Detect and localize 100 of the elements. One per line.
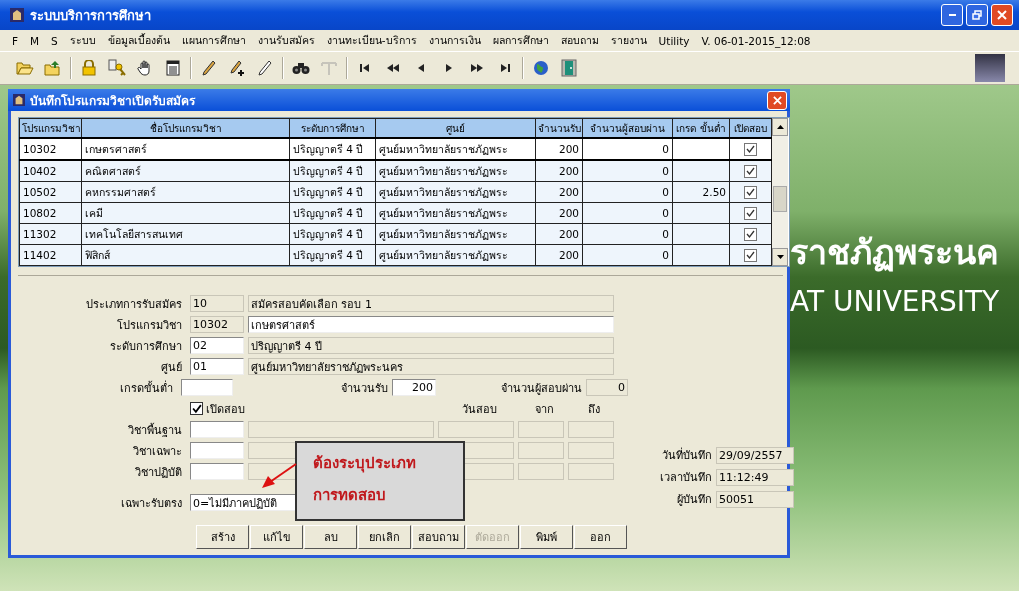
column-header[interactable]: ระดับการศึกษา	[289, 118, 376, 138]
menu-item[interactable]: งานการเงิน	[428, 32, 481, 49]
code-field[interactable]: 02	[190, 337, 244, 354]
menu-item[interactable]: งานทะเบียน-บริการ	[326, 32, 417, 49]
globe-icon[interactable]	[533, 60, 549, 76]
document-icon[interactable]	[166, 60, 180, 76]
subject-code-field[interactable]	[190, 463, 244, 480]
action-button[interactable]: แก้ไข	[250, 525, 303, 549]
window-title: ระบบบริการการศึกษา	[30, 6, 151, 25]
search-icon[interactable]	[292, 61, 310, 75]
column-header[interactable]: เกรด ขั้นต่ำ	[672, 118, 730, 138]
table-cell: 10502	[19, 181, 82, 203]
hand-icon[interactable]	[137, 60, 153, 76]
action-button[interactable]: ออก	[574, 525, 627, 549]
column-header: วันสอบ	[460, 401, 498, 418]
pencil-icon[interactable]	[202, 60, 216, 76]
wallpaper-text: ราชภัฏพระนค	[790, 231, 1000, 274]
column-header[interactable]: จำนวนผู้สอบผ่าน	[582, 118, 673, 138]
menu-item[interactable]: ข้อมูลเบื้องต้น	[107, 32, 170, 49]
code-field[interactable]: 10302	[190, 316, 244, 333]
table-cell: 200	[535, 138, 583, 160]
table-cell: 0	[582, 138, 673, 160]
table-row[interactable]: 10502 คหกรรมศาสตร์ ปริญญาตรี 4 ปี ศูนย์มหาวิทยาลัยราชภัฏพระ 200 0 2.50	[19, 181, 772, 203]
checkbox[interactable]	[744, 248, 757, 262]
menu-item[interactable]: รายงาน	[610, 32, 647, 49]
grade-field[interactable]	[181, 379, 233, 396]
code-field[interactable]: 10	[190, 295, 244, 312]
time-field	[518, 421, 564, 438]
column-header[interactable]: ศูนย์	[375, 118, 536, 138]
action-button[interactable]: ยกเลิก	[358, 525, 411, 549]
fast-forward-icon[interactable]	[470, 63, 484, 73]
note-tooltip: ต้องระบุประเภท การทดสอบ	[295, 441, 465, 521]
menu-item[interactable]: M	[30, 34, 40, 47]
menu-item[interactable]: ผลการศึกษา	[492, 32, 549, 49]
column-header[interactable]: ชื่อโปรแกรมวิชา	[81, 118, 290, 138]
field-label: จำนวนผู้สอบผ่าน	[500, 380, 582, 397]
menu-item[interactable]: F	[12, 34, 19, 47]
menu-item[interactable]: แผนการศึกษา	[181, 32, 246, 49]
menu-item[interactable]: Utility	[658, 34, 690, 47]
code-field[interactable]: 01	[190, 358, 244, 375]
folder-arrow-icon[interactable]	[44, 60, 62, 76]
last-record-icon[interactable]	[499, 63, 511, 73]
table-cell	[672, 138, 730, 160]
next-icon[interactable]	[444, 63, 454, 73]
checkbox[interactable]	[744, 227, 757, 241]
menu-item[interactable]: งานรับสมัคร	[257, 32, 315, 49]
open-exam-checkbox[interactable]: เปิดสอบ	[190, 399, 376, 418]
close-icon	[997, 10, 1007, 20]
first-record-icon[interactable]	[359, 63, 371, 73]
subject-code-field[interactable]	[190, 421, 244, 438]
name-field[interactable]: ปริญญาตรี 4 ปี	[248, 337, 614, 354]
record-field: 29/09/2557	[716, 446, 794, 464]
subject-code-field[interactable]	[190, 442, 244, 459]
action-button[interactable]: สร้าง	[196, 525, 249, 549]
scroll-thumb[interactable]	[773, 186, 787, 212]
table-row[interactable]: 10802 เคมี ปริญญาตรี 4 ปี ศูนย์มหาวิทยาลัยราชภัฏพระ 200 0	[19, 202, 772, 224]
menu-item[interactable]: ระบบ	[69, 32, 96, 49]
passed-field: 0	[586, 379, 628, 396]
minimize-icon	[948, 14, 956, 16]
field-label: ผู้บันทึก	[676, 492, 712, 508]
checkbox[interactable]	[744, 185, 757, 199]
name-field[interactable]: เกษตรศาสตร์	[248, 316, 614, 333]
restore-button[interactable]	[966, 4, 988, 26]
pencil-icon[interactable]	[258, 60, 272, 76]
keys-icon[interactable]	[108, 59, 126, 77]
checkbox[interactable]	[744, 142, 757, 156]
name-field[interactable]: สมัครสอบคัดเลือก รอบ 1	[248, 295, 614, 312]
table-row[interactable]: 10402 คณิตศาสตร์ ปริญญาตรี 4 ปี ศูนย์มหาวิทยาลัยราชภัฏพระ 200 0	[19, 160, 772, 182]
table-cell: คณิตศาสตร์	[81, 160, 290, 182]
field-label: ระดับการศึกษา	[109, 338, 182, 355]
name-field[interactable]: ศูนย์มหาวิทยาลัยราชภัฏพระนคร	[248, 358, 614, 375]
time-field	[568, 442, 614, 459]
time-field	[518, 442, 564, 459]
quota-field[interactable]: 200	[392, 379, 436, 396]
checkbox[interactable]	[744, 206, 757, 220]
rewind-icon[interactable]	[386, 63, 400, 73]
minimize-button[interactable]	[941, 4, 963, 26]
menu-item[interactable]: สอบถาม	[560, 32, 599, 49]
action-button[interactable]: สอบถาม	[412, 525, 465, 549]
open-folder-icon[interactable]	[16, 60, 34, 76]
column-header[interactable]: จำนวนรับ	[535, 118, 583, 138]
table-cell: ฟิสิกส์	[81, 244, 290, 266]
column-header[interactable]: โปรแกรมวิชา	[19, 118, 82, 138]
close-button[interactable]	[767, 90, 787, 110]
field-label: ประเภทการรับสมัคร	[85, 296, 182, 313]
action-button[interactable]: พิมพ์	[520, 525, 573, 549]
field-label: จำนวนรับ	[340, 380, 389, 397]
padlock-icon[interactable]	[82, 60, 96, 76]
table-row[interactable]: 11302 เทคโนโลยีสารสนเทศ ปริญญาตรี 4 ปี ศูนย์มหาวิทยาลัยราชภัฏพระ 200 0	[19, 223, 772, 245]
table-row[interactable]: 10302 เกษตรศาสตร์ ปริญญาตรี 4 ปี ศูนย์มหาวิทยาลัยราชภัฏพระ 200 0	[19, 138, 772, 160]
column-header[interactable]: เปิดสอบ	[729, 118, 772, 138]
scrollbar[interactable]	[772, 118, 788, 266]
pencil-plus-icon[interactable]	[229, 60, 245, 76]
close-button[interactable]	[991, 4, 1013, 26]
table-row[interactable]: 11402 ฟิสิกส์ ปริญญาตรี 4 ปี ศูนย์มหาวิทยาลัยราชภัฏพระ 200 0	[19, 244, 772, 266]
action-button[interactable]: ลบ	[304, 525, 357, 549]
checkbox[interactable]	[744, 164, 757, 178]
menu-item[interactable]: S	[51, 34, 58, 47]
table-cell: เคมี	[81, 202, 290, 224]
previous-icon[interactable]	[416, 63, 426, 73]
